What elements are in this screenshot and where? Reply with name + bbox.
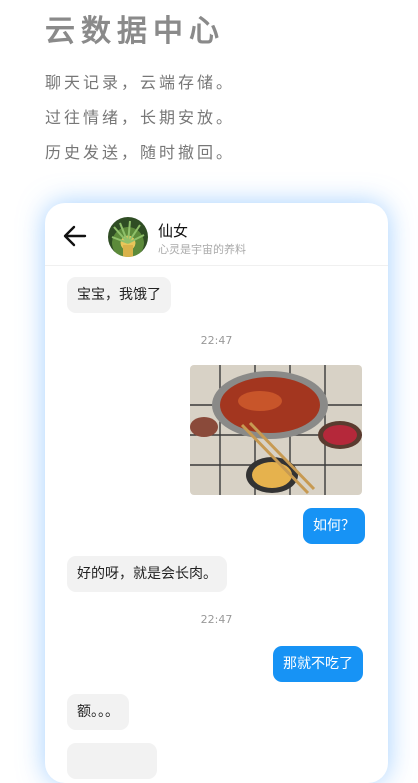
tagline-3: 历史发送，随时撤回。 bbox=[45, 143, 236, 162]
message-bubble-incoming[interactable]: 好的呀，就是会长肉。 bbox=[67, 556, 227, 592]
message-bubble-incoming-partial[interactable] bbox=[67, 743, 157, 779]
message-bubble-incoming[interactable]: 额。。。 bbox=[67, 694, 129, 730]
hero-taglines: 聊天记录，云端存储。 过往情绪，长期安放。 历史发送，随时撤回。 bbox=[45, 72, 235, 177]
tagline-1: 聊天记录，云端存储。 bbox=[45, 73, 236, 92]
contact-name: 仙女 bbox=[158, 222, 189, 240]
back-arrow-icon[interactable] bbox=[63, 225, 87, 247]
message-bubble-outgoing[interactable]: 那就不吃了 bbox=[273, 646, 363, 682]
hero-title: 云数据中心 bbox=[45, 14, 225, 49]
tagline-2: 过往情绪，长期安放。 bbox=[45, 108, 236, 127]
message-bubble-outgoing[interactable]: 如何？ bbox=[303, 508, 365, 544]
message-bubble-incoming[interactable]: 宝宝，我饿了 bbox=[67, 277, 171, 313]
chat-screen: 仙女 心灵是宇宙的养料 宝宝，我饿了 22:47 如何？ 好的呀，就是会长肉。 bbox=[45, 203, 388, 783]
chat-header: 仙女 心灵是宇宙的养料 bbox=[45, 203, 388, 266]
contact-status: 心灵是宇宙的养料 bbox=[158, 243, 246, 256]
avatar[interactable] bbox=[108, 217, 148, 257]
hotpot-photo[interactable] bbox=[190, 365, 362, 495]
message-timestamp: 22:47 bbox=[200, 613, 233, 626]
message-timestamp: 22:47 bbox=[200, 334, 233, 347]
